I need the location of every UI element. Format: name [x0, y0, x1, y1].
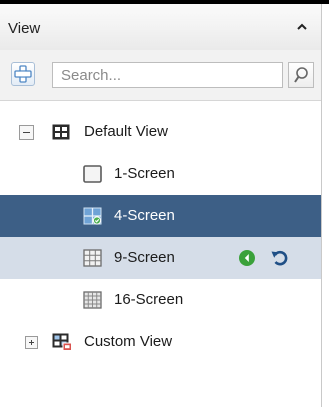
search-icon — [294, 67, 308, 83]
panel-toolbar — [0, 50, 321, 101]
tree-label-default-view: Default View — [84, 123, 168, 140]
tree-item-1-screen[interactable]: 1-Screen — [0, 153, 321, 195]
view-panel: View Search... Default View 1-Screen 4-S… — [0, 4, 322, 407]
search-button[interactable] — [288, 62, 314, 88]
view-group-icon — [52, 124, 70, 140]
chevron-up-icon[interactable] — [293, 18, 311, 36]
window-right-edge — [322, 4, 329, 407]
add-view-button[interactable] — [11, 62, 35, 86]
single-screen-icon — [83, 165, 102, 183]
panel-title: View — [8, 20, 41, 37]
tree-node-default-view[interactable]: Default View — [0, 111, 321, 153]
tree-item-4-screen[interactable]: 4-Screen — [0, 195, 321, 237]
refresh-icon[interactable] — [270, 248, 290, 268]
custom-view-icon — [52, 333, 72, 351]
view-tree: Default View 1-Screen 4-Screen 9-Screen … — [0, 101, 321, 407]
tree-node-custom-view[interactable]: Custom View — [0, 321, 321, 363]
expand-toggle[interactable] — [25, 336, 38, 349]
tree-label-9-screen: 9-Screen — [114, 249, 175, 266]
tree-label-custom-view: Custom View — [84, 333, 173, 350]
panel-header: View — [0, 4, 321, 51]
search-input[interactable] — [52, 62, 283, 88]
tree-item-16-screen[interactable]: 16-Screen — [0, 279, 321, 321]
quad-screen-icon — [83, 207, 102, 225]
play-icon[interactable] — [238, 249, 256, 267]
tree-label-4-screen: 4-Screen — [114, 207, 175, 224]
tree-label-1-screen: 1-Screen — [114, 165, 175, 182]
add-icon — [14, 65, 32, 83]
collapse-toggle[interactable] — [19, 125, 34, 140]
tree-label-16-screen: 16-Screen — [114, 291, 184, 308]
tree-item-9-screen[interactable]: 9-Screen — [0, 237, 321, 279]
sixteen-screen-icon — [83, 291, 102, 309]
nine-screen-icon — [83, 249, 102, 267]
